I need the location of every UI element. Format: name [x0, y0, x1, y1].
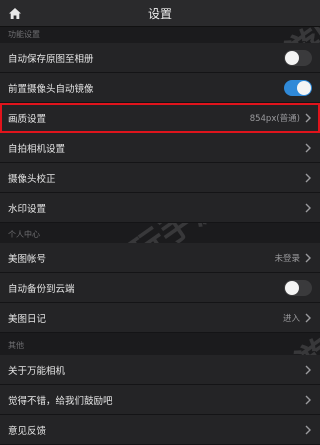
account-value: 未登录 — [274, 253, 300, 264]
header-bar: 设置 — [0, 0, 320, 27]
mirror-toggle[interactable] — [284, 79, 312, 96]
cloud-backup-toggle[interactable] — [284, 279, 312, 296]
page-title: 设置 — [147, 6, 172, 21]
encourage-label: 觉得不错，给我们鼓励吧 — [8, 395, 113, 407]
diary-value: 进入 — [282, 313, 300, 324]
diary-label: 美图日记 — [8, 313, 47, 325]
cloud-backup-row[interactable]: 自动备份到云端 — [0, 273, 320, 303]
auto-save-row[interactable]: 自动保存原图至相册 — [0, 43, 320, 73]
about-label: 关于万能相机 — [8, 365, 66, 377]
chevron-right-icon — [305, 203, 311, 212]
chevron-right-icon — [305, 253, 311, 262]
selfie-settings-label: 自拍相机设置 — [8, 143, 66, 155]
chevron-right-icon — [305, 313, 311, 322]
quality-row[interactable]: 画质设置 854px(普通) — [0, 103, 320, 133]
encourage-row[interactable]: 觉得不错，给我们鼓励吧 — [0, 385, 320, 415]
selfie-settings-row[interactable]: 自拍相机设置 — [0, 133, 320, 163]
diary-row[interactable]: 美图日记 进入 — [0, 303, 320, 333]
camera-calibration-row[interactable]: 摄像头校正 — [0, 163, 320, 193]
auto-save-label: 自动保存原图至相册 — [8, 53, 94, 65]
mirror-row[interactable]: 前置摄像头自动镜像 — [0, 73, 320, 103]
section-header-features: 功能设置 — [0, 27, 320, 43]
feedback-label: 意见反馈 — [8, 425, 47, 437]
watermark-settings-label: 水印设置 — [8, 203, 47, 215]
section-header-personal: 个人中心 — [0, 223, 320, 243]
chevron-right-icon — [305, 113, 311, 122]
watermark-settings-row[interactable]: 水印设置 — [0, 193, 320, 223]
cloud-backup-label: 自动备份到云端 — [8, 283, 75, 295]
account-label: 美图帐号 — [8, 253, 47, 265]
quality-label: 画质设置 — [8, 113, 47, 125]
about-row[interactable]: 关于万能相机 — [0, 355, 320, 385]
section-header-other: 其他 — [0, 333, 320, 355]
chevron-right-icon — [305, 173, 311, 182]
chevron-right-icon — [305, 365, 311, 374]
chevron-right-icon — [305, 395, 311, 404]
auto-save-toggle[interactable] — [284, 49, 312, 66]
quality-value: 854px(普通) — [249, 113, 300, 124]
camera-calibration-label: 摄像头校正 — [8, 173, 56, 185]
chevron-right-icon — [305, 425, 311, 434]
feedback-row[interactable]: 意见反馈 — [0, 415, 320, 445]
home-icon[interactable] — [6, 4, 24, 22]
mirror-label: 前置摄像头自动镜像 — [8, 83, 94, 95]
chevron-right-icon — [305, 143, 311, 152]
account-row[interactable]: 美图帐号 未登录 — [0, 243, 320, 273]
